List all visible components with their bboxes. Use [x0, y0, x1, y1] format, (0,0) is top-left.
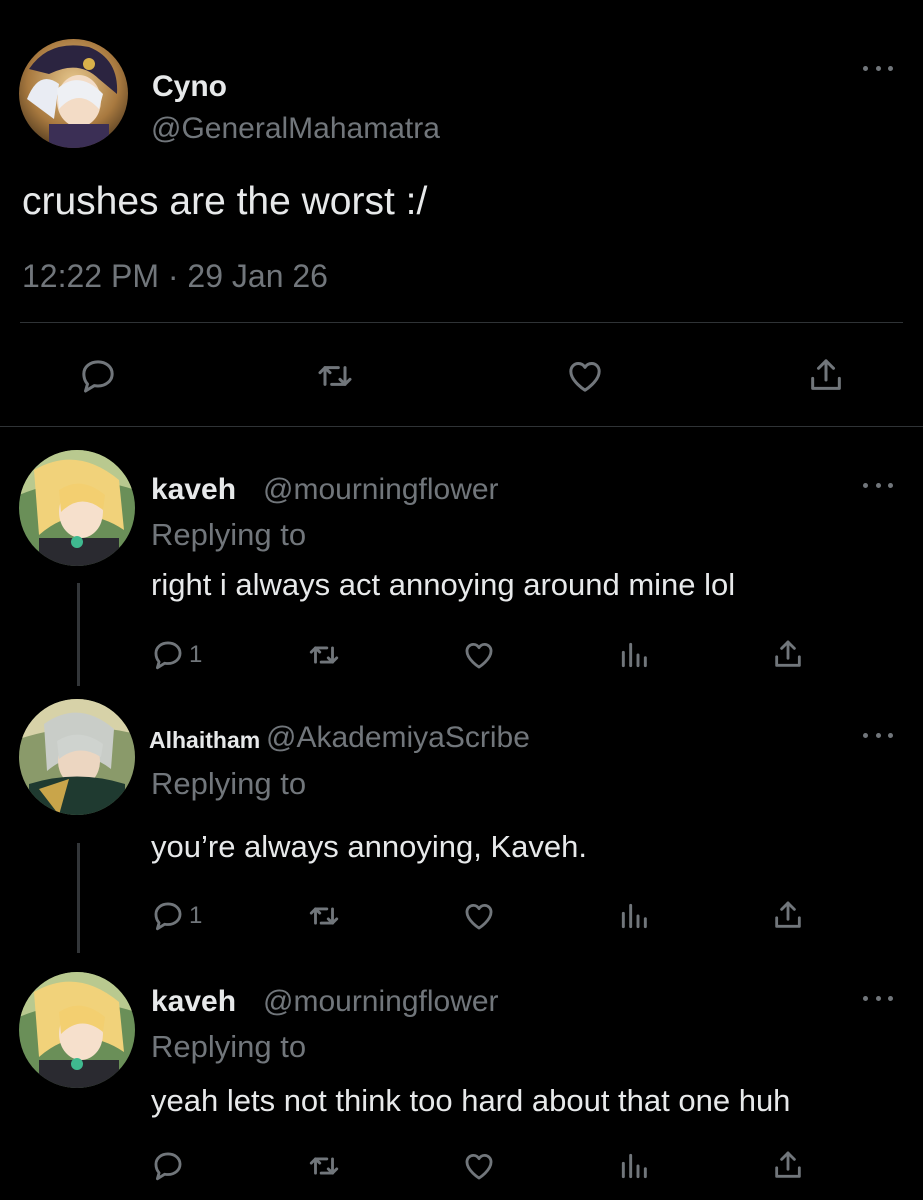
reply-icon[interactable]: 1: [151, 638, 202, 672]
share-icon[interactable]: [771, 897, 805, 933]
thread-line: [77, 583, 80, 686]
like-icon[interactable]: [461, 638, 497, 672]
kaveh-avatar[interactable]: [19, 972, 135, 1088]
retweet-icon[interactable]: [305, 1149, 343, 1183]
replying-to-label[interactable]: Replying to: [151, 517, 306, 553]
tweet-text: yeah lets not think too hard about that …: [151, 1083, 791, 1118]
share-icon[interactable]: [806, 354, 846, 396]
reply-count: 1: [189, 641, 203, 668]
alhaitham-avatar[interactable]: [19, 699, 135, 815]
tweet-text: you’re always annoying, Kaveh.: [151, 829, 587, 864]
divider: [0, 426, 923, 427]
more-options-icon[interactable]: [863, 729, 893, 741]
like-icon[interactable]: [461, 1149, 497, 1183]
like-icon[interactable]: [461, 899, 497, 933]
tweet-timestamp[interactable]: 12:22 PM · 29 Jan 26: [22, 258, 328, 295]
like-icon[interactable]: [564, 356, 606, 396]
reply-icon[interactable]: [78, 356, 118, 396]
tweet-text: crushes are the worst :/: [22, 180, 428, 223]
author-name[interactable]: kaveh: [151, 985, 236, 1019]
replying-to-label[interactable]: Replying to: [151, 766, 306, 802]
author-handle[interactable]: @GeneralMahamatra: [151, 112, 440, 146]
more-options-icon[interactable]: [863, 62, 893, 74]
share-icon[interactable]: [771, 636, 805, 672]
reply-icon[interactable]: [151, 1149, 189, 1183]
divider: [20, 322, 903, 323]
author-name[interactable]: Cyno: [152, 70, 227, 104]
views-icon[interactable]: [618, 1149, 650, 1183]
retweet-icon[interactable]: [314, 356, 356, 396]
retweet-icon[interactable]: [305, 899, 343, 933]
replying-to-label[interactable]: Replying to: [151, 1029, 306, 1065]
share-icon[interactable]: [771, 1147, 805, 1183]
reply-count: 1: [189, 902, 203, 929]
thread-line: [77, 843, 80, 953]
reply-icon[interactable]: 1: [151, 899, 202, 933]
author-name[interactable]: Alhaitham: [149, 727, 260, 754]
author-handle[interactable]: @mourningflower: [263, 985, 499, 1019]
more-options-icon[interactable]: [863, 479, 893, 491]
more-options-icon[interactable]: [863, 992, 893, 1004]
views-icon[interactable]: [618, 638, 650, 672]
kaveh-avatar[interactable]: [19, 450, 135, 566]
retweet-icon[interactable]: [305, 638, 343, 672]
author-handle[interactable]: @mourningflower: [263, 473, 499, 507]
cyno-avatar[interactable]: [19, 39, 128, 148]
author-name[interactable]: kaveh: [151, 473, 236, 507]
tweet-text: right i always act annoying around mine …: [151, 567, 736, 602]
views-icon[interactable]: [618, 899, 650, 933]
author-handle[interactable]: @AkademiyaScribe: [266, 721, 530, 755]
